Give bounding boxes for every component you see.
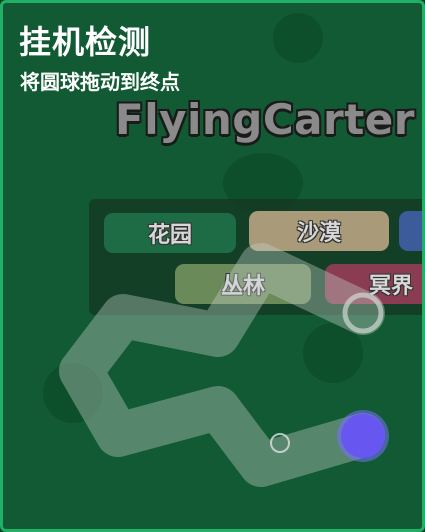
drag-ball-icon[interactable] xyxy=(341,414,385,458)
path-track xyxy=(59,243,385,487)
game-frame: 挂机检测 将圆球拖动到终点 FlyingCarter 花园 沙漠 丛林 冥界 xyxy=(0,0,425,532)
